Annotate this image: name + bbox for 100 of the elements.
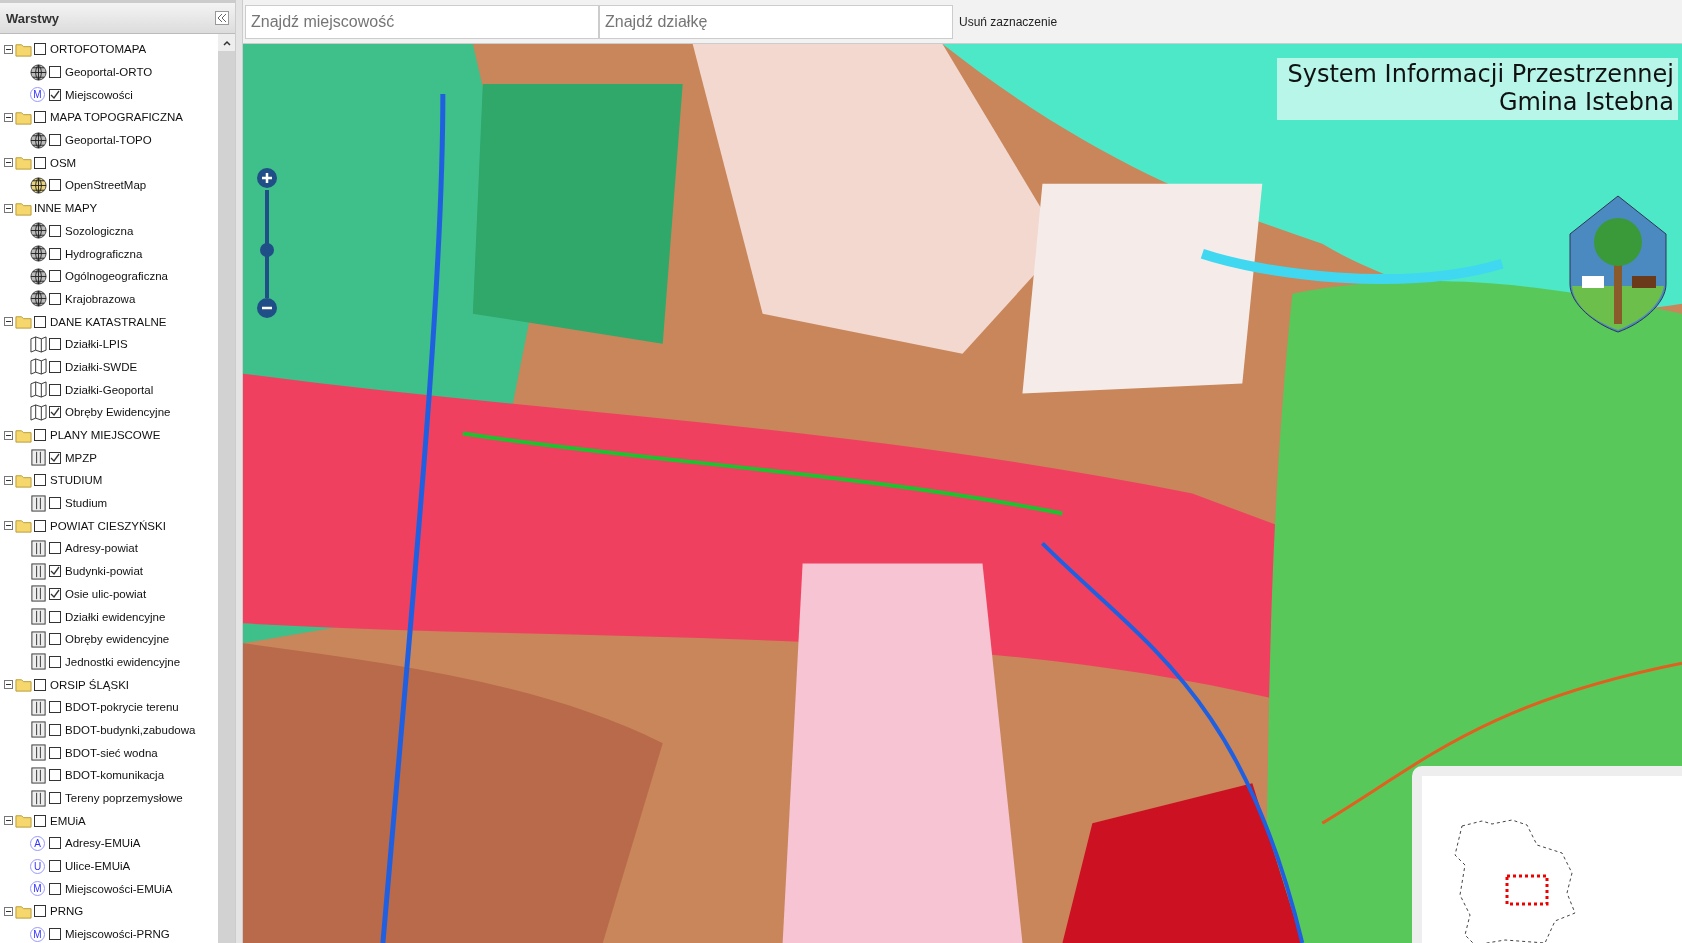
checkbox[interactable] xyxy=(49,88,61,101)
globe-icon xyxy=(30,267,47,285)
layer-label[interactable]: Miejscowości xyxy=(65,88,133,101)
collapse-toggle[interactable] xyxy=(4,816,13,826)
layer-group-label[interactable]: ORSIP ŚLĄSKI xyxy=(50,678,130,691)
collapse-toggle[interactable] xyxy=(4,112,13,122)
layer-icon xyxy=(30,562,47,580)
layer-group-label[interactable]: INNE MAPY xyxy=(34,202,98,215)
collapse-toggle[interactable] xyxy=(4,680,13,690)
checkbox[interactable] xyxy=(34,519,46,532)
layer-label[interactable]: BDOT-pokrycie terenu xyxy=(65,701,179,714)
layer-label[interactable]: Miejscowości-EMUiA xyxy=(65,882,173,895)
layer-group-label[interactable]: DANE KATASTRALNE xyxy=(50,315,167,328)
checkbox[interactable] xyxy=(49,701,61,714)
checkbox[interactable] xyxy=(49,270,61,283)
layer-group-label[interactable]: ORTOFOTOMAPA xyxy=(50,43,147,56)
layer-label[interactable]: Działki-Geoportal xyxy=(65,383,154,396)
layer-group-label[interactable]: PLANY MIEJSCOWE xyxy=(50,429,161,442)
checkbox[interactable] xyxy=(49,383,61,396)
layer-group-label[interactable]: MAPA TOPOGRAFICZNA xyxy=(50,111,183,124)
layer-label[interactable]: MPZP xyxy=(65,451,97,464)
clear-selection-button[interactable]: Usuń zaznaczenie xyxy=(953,14,1064,29)
checkbox[interactable] xyxy=(49,723,61,736)
checkbox[interactable] xyxy=(49,633,61,646)
checkbox[interactable] xyxy=(49,134,61,147)
checkbox[interactable] xyxy=(34,43,46,56)
layer-label[interactable]: Działki-LPIS xyxy=(65,338,128,351)
collapse-toggle[interactable] xyxy=(4,317,13,327)
layer-group-label[interactable]: EMUiA xyxy=(50,814,86,827)
layer-label[interactable]: Osie ulic-powiat xyxy=(65,587,147,600)
checkbox[interactable] xyxy=(34,315,46,328)
checkbox[interactable] xyxy=(34,678,46,691)
checkbox[interactable] xyxy=(49,928,61,941)
layer-label[interactable]: Hydrograficzna xyxy=(65,247,143,260)
layer-label[interactable]: Geoportal-ORTO xyxy=(65,66,153,79)
checkbox[interactable] xyxy=(49,565,61,578)
layer-label[interactable]: Jednostki ewidencyjne xyxy=(65,655,181,668)
layer-label[interactable]: Ogólnogeograficzna xyxy=(65,270,168,283)
globe-icon xyxy=(30,176,47,194)
layer-label[interactable]: Obręby Ewidencyjne xyxy=(65,406,171,419)
collapse-toggle[interactable] xyxy=(4,203,13,213)
collapse-toggle[interactable] xyxy=(4,521,13,531)
layer-label[interactable]: Sozologiczna xyxy=(65,224,134,237)
checkbox[interactable] xyxy=(34,429,46,442)
checkbox[interactable] xyxy=(34,905,46,918)
checkbox[interactable] xyxy=(49,247,61,260)
layer-label[interactable]: Miejscowości-PRNG xyxy=(65,928,170,941)
layer-group-label[interactable]: POWIAT CIESZYŃSKI xyxy=(50,519,166,532)
layer-label[interactable]: BDOT-budynki,zabudowa xyxy=(65,723,196,736)
search-field[interactable]: Znajdź działkę xyxy=(599,4,953,39)
collapse-toggle[interactable] xyxy=(4,906,13,916)
checkbox[interactable] xyxy=(49,769,61,782)
checkbox[interactable] xyxy=(34,111,46,124)
collapse-button[interactable] xyxy=(215,11,229,25)
layer-label[interactable]: OpenStreetMap xyxy=(65,179,147,192)
layer-label[interactable]: Budynki-powiat xyxy=(65,565,143,578)
layer-label[interactable]: Krajobrazowa xyxy=(65,292,136,305)
folder-icon xyxy=(15,313,32,331)
checkbox[interactable] xyxy=(49,292,61,305)
checkbox[interactable] xyxy=(49,66,61,79)
checkbox[interactable] xyxy=(49,179,61,192)
layer-label[interactable]: Tereny poprzemysłowe xyxy=(65,792,183,805)
checkbox[interactable] xyxy=(34,156,46,169)
layer-group-label[interactable]: OSM xyxy=(50,156,77,169)
collapse-toggle[interactable] xyxy=(4,475,13,485)
layer-group-label[interactable]: PRNG xyxy=(50,905,84,918)
checkbox[interactable] xyxy=(49,451,61,464)
layer-label[interactable]: Geoportal-TOPO xyxy=(65,134,152,147)
checkbox[interactable] xyxy=(49,882,61,895)
checkbox[interactable] xyxy=(49,360,61,373)
layer-group-label[interactable]: STUDIUM xyxy=(50,474,103,487)
checkbox[interactable] xyxy=(49,610,61,623)
layer-label[interactable]: Obręby ewidencyjne xyxy=(65,633,170,646)
checkbox[interactable] xyxy=(49,338,61,351)
checkbox[interactable] xyxy=(34,814,46,827)
collapse-toggle[interactable] xyxy=(4,430,13,440)
layer-label[interactable]: Studium xyxy=(65,497,108,510)
checkbox[interactable] xyxy=(49,497,61,510)
checkbox[interactable] xyxy=(34,474,46,487)
checkbox[interactable] xyxy=(49,542,61,555)
checkbox[interactable] xyxy=(49,587,61,600)
layer-label[interactable]: Adresy-powiat xyxy=(65,542,138,555)
collapse-toggle[interactable] xyxy=(4,44,13,54)
scrollbar[interactable] xyxy=(218,34,235,943)
layer-label[interactable]: BDOT-sieć wodna xyxy=(65,746,158,759)
layer-label[interactable]: BDOT-komunikacja xyxy=(65,769,165,782)
search-field[interactable]: Znajdź miejscowość xyxy=(245,4,599,39)
layer-label[interactable]: Działki-SWDE xyxy=(65,360,138,373)
layer-icon xyxy=(30,608,47,626)
layer-label[interactable]: Działki ewidencyjne xyxy=(65,610,166,623)
checkbox[interactable] xyxy=(49,224,61,237)
checkbox[interactable] xyxy=(49,406,61,419)
collapse-toggle[interactable] xyxy=(4,158,13,168)
layer-label[interactable]: Adresy-EMUiA xyxy=(65,837,141,850)
checkbox[interactable] xyxy=(49,860,61,873)
layer-label[interactable]: Ulice-EMUiA xyxy=(65,860,131,873)
checkbox[interactable] xyxy=(49,792,61,805)
checkbox[interactable] xyxy=(49,746,61,759)
checkbox[interactable] xyxy=(49,655,61,668)
checkbox[interactable] xyxy=(49,837,61,850)
